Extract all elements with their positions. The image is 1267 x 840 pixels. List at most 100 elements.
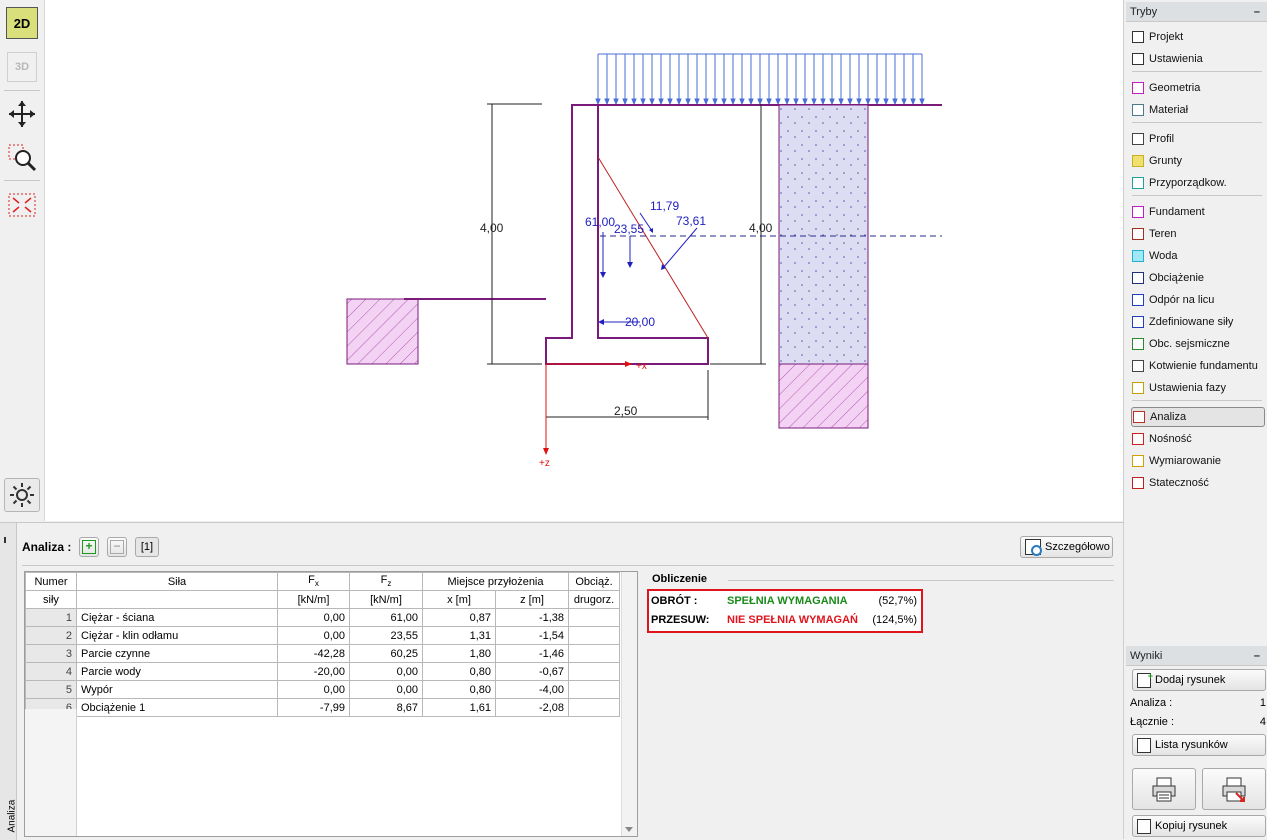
cell-n: 2: [25, 626, 77, 645]
list-drawings-button[interactable]: Lista rysunków: [1132, 734, 1266, 756]
view-3d-button[interactable]: 3D: [4, 50, 40, 84]
remove-stage-button[interactable]: −: [107, 537, 127, 557]
table-row[interactable]: 3 Parcie czynne -42,28 60,25 1,80 -1,46: [25, 644, 621, 663]
surcharge-arrowhead: [595, 98, 601, 106]
plus-icon: +: [82, 540, 96, 554]
cell-name: Parcie czynne: [76, 644, 278, 663]
mode-item-applied-forces[interactable]: Zdefiniowane siły: [1132, 312, 1266, 332]
col-x-header: x [m]: [422, 590, 496, 609]
cell-fx: -42,28: [277, 644, 350, 663]
cell-secondary: [568, 626, 621, 645]
forces-table: Numer Siła Fx Fz Miejsce przyłożenia Obc…: [25, 572, 621, 717]
right-panel: Tryby – Projekt Ustawienia Geometria Materi…: [1123, 0, 1267, 839]
surcharge-arrowhead: [856, 98, 862, 106]
mode-item-assign[interactable]: Przyporządkow.: [1132, 173, 1266, 193]
mode-item-soils[interactable]: Grunty: [1132, 151, 1266, 171]
cell-fx: 0,00: [277, 680, 350, 699]
mode-item-label: Ustawienia fazy: [1149, 382, 1227, 394]
surcharge-arrowhead: [604, 98, 610, 106]
cell-x: 1,80: [422, 644, 496, 663]
mode-item-foundation[interactable]: Fundament: [1132, 202, 1266, 222]
surcharge-arrowhead: [784, 98, 790, 106]
force-label-wedge: 23,55: [614, 222, 644, 236]
force-label-water: 20,00: [625, 315, 655, 329]
add-drawing-button[interactable]: + Dodaj rysunek: [1132, 669, 1266, 691]
surcharge-arrowhead: [892, 98, 898, 106]
list-icon: [1137, 737, 1151, 753]
printer-preview-icon: [1222, 777, 1246, 802]
mode-item-bearing[interactable]: Nośność: [1132, 429, 1266, 449]
anchor-icon: [1132, 360, 1144, 372]
details-label: Szczegółowo: [1045, 541, 1110, 553]
table-row[interactable]: 1 Ciężar - ściana 0,00 61,00 0,87 -1,38: [25, 608, 621, 627]
settings-button[interactable]: [4, 478, 40, 512]
table-scrollbar[interactable]: [621, 572, 637, 836]
col-secondary-header: Obciąż.: [568, 572, 621, 591]
magnifier-icon: [1025, 539, 1042, 556]
drawing-canvas[interactable]: 4,00 4,00 2,50 61,00 23,55 11,79 73,61 2…: [45, 0, 1123, 521]
col-fz-unit: [kN/m]: [349, 590, 423, 609]
cell-fx: 0,00: [277, 608, 350, 627]
surcharge-arrowhead: [883, 98, 889, 106]
mode-item-label: Obciążenie: [1149, 272, 1205, 284]
copy-drawing-label: Kopiuj rysunek: [1155, 820, 1228, 832]
cell-z: -4,00: [494, 680, 570, 699]
surcharge-arrowhead: [613, 98, 619, 106]
mode-item-analysis[interactable]: Analiza: [1131, 407, 1265, 427]
force-label-surcharge: 11,79: [650, 199, 679, 213]
table-row[interactable]: 2 Ciężar - klin odłamu 0,00 23,55 1,31 -1,54: [25, 626, 621, 645]
zoom-extents-button[interactable]: [4, 188, 40, 222]
copy-drawing-button[interactable]: Kopiuj rysunek: [1132, 815, 1266, 837]
print-button[interactable]: [1132, 768, 1196, 810]
move-tool-button[interactable]: [4, 97, 40, 131]
results-minimize-button[interactable]: –: [1254, 646, 1260, 666]
modes-title: Tryby: [1130, 6, 1158, 18]
mode-item-terrain[interactable]: Teren: [1132, 224, 1266, 244]
analysis-side-tab[interactable]: Analiza: [0, 523, 18, 840]
applied-forces-icon: [1132, 316, 1144, 328]
mode-item-stage-settings[interactable]: Ustawienia fazy: [1132, 378, 1266, 398]
cell-fz: 60,25: [349, 644, 423, 663]
mode-item-water[interactable]: Woda: [1132, 246, 1266, 266]
surcharge-arrowhead: [685, 98, 691, 106]
mode-item-gear[interactable]: Ustawienia: [1132, 49, 1266, 69]
print-preview-button[interactable]: [1202, 768, 1266, 810]
mode-item-profile[interactable]: Profil: [1132, 129, 1266, 149]
add-stage-button[interactable]: +: [79, 537, 99, 557]
view-3d-label: 3D: [7, 52, 37, 82]
cell-secondary: [568, 680, 621, 699]
table-row[interactable]: 6 Obciążenie 1 -7,99 8,67 1,61 -2,08: [25, 698, 621, 717]
cell-name: Wypór: [76, 680, 278, 699]
table-row[interactable]: 4 Parcie wody -20,00 0,00 0,80 -0,67: [25, 662, 621, 681]
surcharge-arrowhead: [775, 98, 781, 106]
modes-minimize-button[interactable]: –: [1254, 2, 1260, 22]
mode-item-earthquake[interactable]: Obc. sejsmiczne: [1132, 334, 1266, 354]
surcharge-arrowhead: [730, 98, 736, 106]
mode-item-dimensioning[interactable]: Wymiarowanie: [1132, 451, 1266, 471]
mode-item-geometry[interactable]: Geometria: [1132, 78, 1266, 98]
mode-item-document[interactable]: Projekt: [1132, 27, 1266, 47]
total-count-label: Łącznie :: [1130, 716, 1175, 728]
surcharge-arrowhead: [811, 98, 817, 106]
cell-z: -2,08: [494, 698, 570, 717]
mode-item-label: Stateczność: [1149, 477, 1209, 489]
mode-item-material[interactable]: Materiał: [1132, 100, 1266, 120]
mode-item-label: Wymiarowanie: [1149, 455, 1222, 467]
details-button[interactable]: Szczegółowo: [1020, 536, 1113, 558]
surcharge-arrowhead: [829, 98, 835, 106]
zoom-window-button[interactable]: [4, 140, 40, 174]
surcharge-arrowhead: [901, 98, 907, 106]
stage-tab-button[interactable]: [1]: [135, 537, 159, 557]
mode-item-stability[interactable]: Stateczność: [1132, 473, 1266, 493]
mode-item-anchor[interactable]: Kotwienie fundamentu: [1132, 356, 1266, 376]
table-row[interactable]: 5 Wypór 0,00 0,00 0,80 -4,00: [25, 680, 621, 699]
mode-item-label: Grunty: [1149, 155, 1183, 167]
scroll-down-icon[interactable]: [625, 827, 633, 832]
col-fz-header: Fz: [349, 572, 423, 591]
mode-item-front-resistance[interactable]: Odpór na licu: [1132, 290, 1266, 310]
col-z-header: z [m]: [494, 590, 570, 609]
view-2d-button[interactable]: 2D: [4, 6, 40, 40]
mode-item-label: Geometria: [1149, 82, 1201, 94]
analysis-label: Analiza :: [22, 540, 72, 554]
mode-item-surcharge[interactable]: Obciążenie: [1132, 268, 1266, 288]
